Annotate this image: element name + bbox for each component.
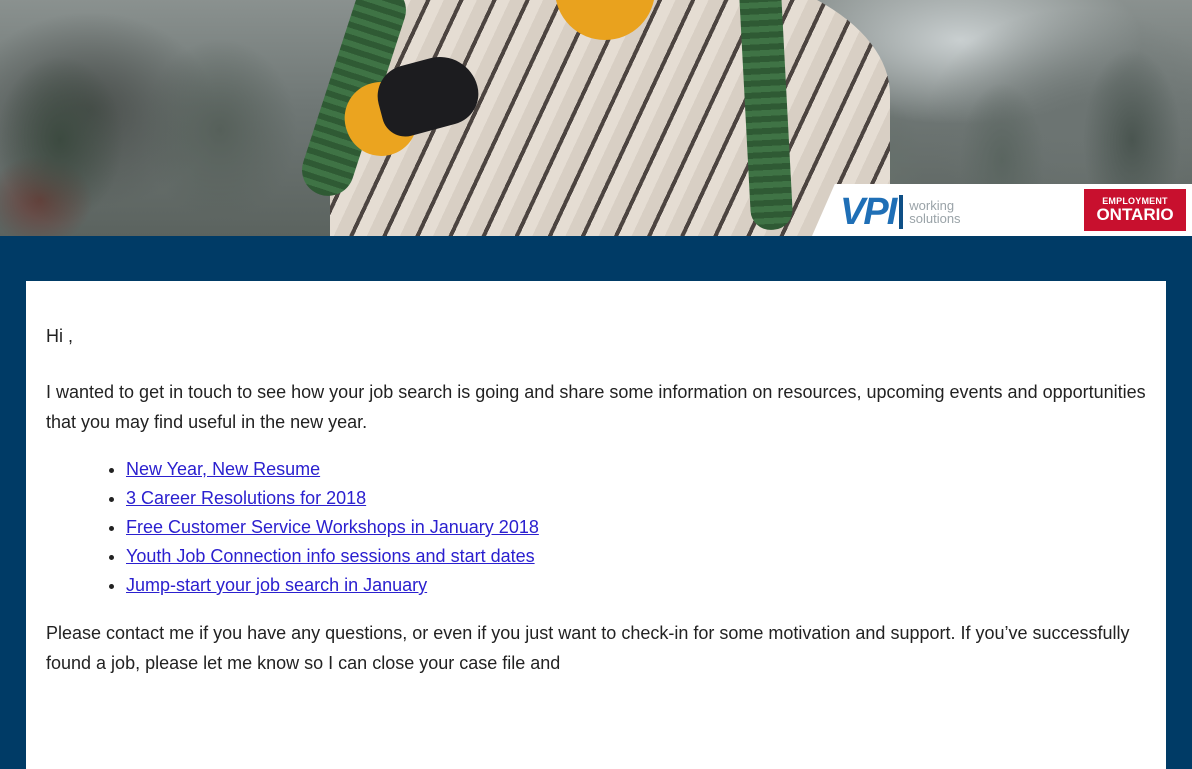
eo-logo-line2: ONTARIO: [1096, 205, 1174, 224]
email-body-card: Hi , I wanted to get in touch to see how…: [26, 281, 1166, 769]
link-youth-job-connection[interactable]: Youth Job Connection info sessions and s…: [126, 546, 535, 566]
vpi-logo-line2: solutions: [909, 211, 961, 226]
list-item: New Year, New Resume: [126, 455, 1146, 484]
email-greeting: Hi ,: [46, 326, 73, 346]
vpi-logo-separator: [899, 195, 904, 229]
link-new-year-new-resume[interactable]: New Year, New Resume: [126, 459, 320, 479]
vpi-logo-mark: VPI: [840, 191, 897, 233]
link-jump-start-job-search[interactable]: Jump-start your job search in January: [126, 575, 427, 595]
list-item: Jump-start your job search in January: [126, 571, 1146, 600]
email-intro: I wanted to get in touch to see how your…: [46, 382, 1146, 432]
list-item: Free Customer Service Workshops in Janua…: [126, 513, 1146, 542]
hero-trees-left: [0, 0, 360, 236]
link-customer-service-workshops[interactable]: Free Customer Service Workshops in Janua…: [126, 517, 539, 537]
resource-link-list: New Year, New Resume 3 Career Resolution…: [46, 455, 1146, 600]
link-career-resolutions[interactable]: 3 Career Resolutions for 2018: [126, 488, 366, 508]
employment-ontario-logo: EMPLOYMENT ONTARIO: [1084, 189, 1186, 231]
vpi-logo-text: working solutions: [909, 199, 960, 225]
email-closing: Please contact me if you have any questi…: [46, 623, 1130, 673]
hero-banner: VPI working solutions EMPLOYMENT ONTARIO: [0, 0, 1192, 236]
vpi-logo: VPI working solutions: [840, 192, 961, 232]
list-item: Youth Job Connection info sessions and s…: [126, 542, 1146, 571]
list-item: 3 Career Resolutions for 2018: [126, 484, 1146, 513]
